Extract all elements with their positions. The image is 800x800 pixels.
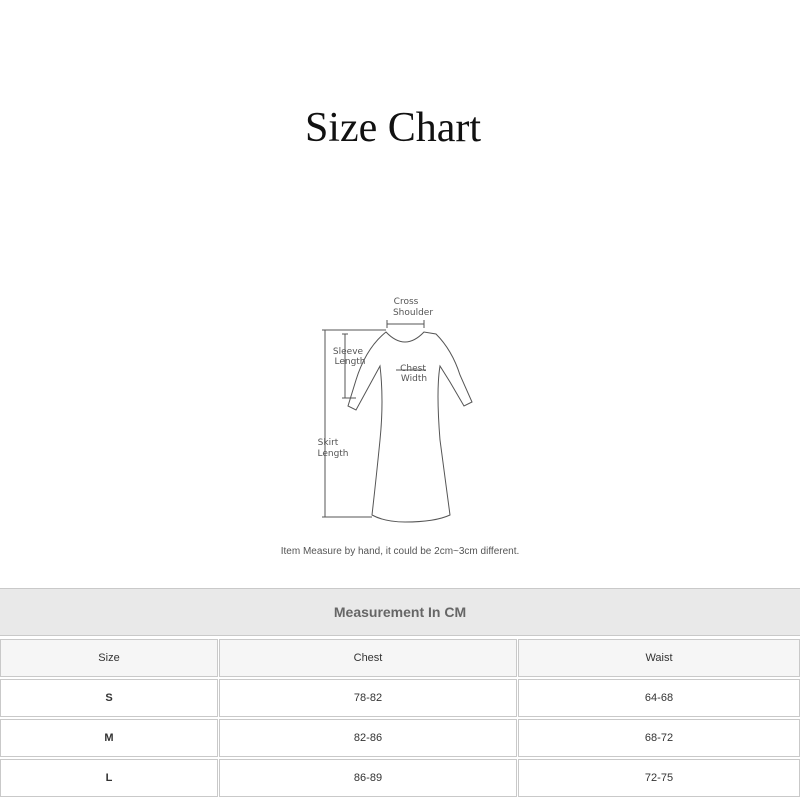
page-title: Size Chart bbox=[304, 105, 482, 151]
table-cell-chest: 78-82 bbox=[219, 679, 517, 717]
skirt-length-label-2: Length bbox=[317, 449, 348, 459]
table-cell-waist: 64-68 bbox=[518, 679, 800, 717]
table-cell-size: M bbox=[0, 719, 218, 757]
table-cell-waist: 72-75 bbox=[518, 759, 800, 797]
cross-shoulder-label-1: Cross bbox=[394, 297, 419, 307]
table-cell-waist: 68-72 bbox=[518, 719, 800, 757]
column-header-chest: Chest bbox=[219, 639, 517, 677]
skirt-length-label-1: Skirt bbox=[318, 438, 339, 448]
table-cell-size: S bbox=[0, 679, 218, 717]
chest-width-label-1: Chest bbox=[400, 364, 426, 374]
dress-outline bbox=[347, 331, 473, 523]
table-cell-chest: 86-89 bbox=[219, 759, 517, 797]
sleeve-length-label-1: Sleeve bbox=[333, 347, 364, 357]
table-cell-size: L bbox=[0, 759, 218, 797]
column-header-size: Size bbox=[0, 639, 218, 677]
table-cell-chest: 82-86 bbox=[219, 719, 517, 757]
cross-shoulder-label-2: Shoulder bbox=[393, 308, 433, 318]
measure-note: Item Measure by hand, it could be 2cm~3c… bbox=[280, 546, 520, 557]
column-header-waist: Waist bbox=[518, 639, 800, 677]
table-caption: Measurement In CM bbox=[0, 588, 800, 636]
chest-width-label-2: Width bbox=[401, 374, 427, 384]
dress-measurement-diagram: Cross Shoulder Sleeve Length Chest Width… bbox=[317, 297, 473, 523]
sleeve-length-label-2: Length bbox=[334, 357, 365, 367]
